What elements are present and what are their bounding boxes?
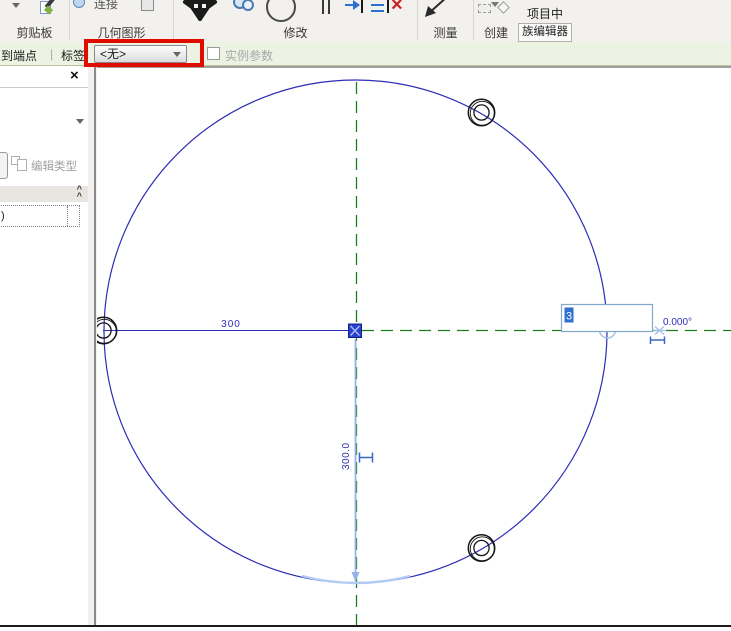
in-project-label[interactable]: 项目中 (518, 5, 572, 22)
drawing-canvas[interactable]: 300 300.0 3 0.000° (97, 66, 731, 625)
instance-parameter-label: 实例参数 (225, 47, 273, 64)
chevron-down-icon[interactable] (12, 3, 20, 8)
offset-icon[interactable] (344, 0, 366, 14)
edit-type-button[interactable]: 编辑类型 (31, 158, 77, 174)
parameter-row-divider (67, 206, 68, 226)
panel-label-create: 创建 (474, 26, 518, 40)
panel-label-clipboard: 剪贴板 (0, 26, 69, 40)
sketch-view[interactable]: 300 300.0 3 0.000° (97, 68, 731, 625)
panel-label-modify: 修改 (174, 26, 417, 40)
instance-parameter-checkbox[interactable] (207, 47, 220, 60)
split-circles-icon[interactable] (233, 0, 259, 15)
hole-symbol-bottom[interactable] (468, 535, 494, 561)
dimension-arrowhead (352, 572, 360, 582)
edit-box-value[interactable]: 3 (566, 311, 572, 323)
angle-dimension-grip[interactable] (651, 337, 665, 345)
circle-tool-icon[interactable] (266, 0, 296, 22)
parameter-row-value: ) (1, 210, 5, 222)
panel-label-geometry: 几何图形 (70, 26, 173, 40)
chain-endpoint-label: 到端点 (1, 47, 37, 64)
dimension-grip[interactable] (360, 453, 373, 463)
center-node[interactable] (349, 324, 362, 338)
tab-family-editor[interactable]: 族编辑器 (518, 23, 572, 42)
hole-symbol-top-right[interactable] (468, 99, 494, 125)
load-into-project-button[interactable]: 项目中 族编辑器 (518, 0, 572, 42)
measure-icon[interactable] (424, 0, 450, 18)
create-rect-icon[interactable] (478, 4, 491, 13)
properties-palette: × 编辑类型 ^^ ) (0, 66, 88, 625)
panel-label-measure: 测量 (418, 26, 473, 40)
dimension-value-horizontal[interactable]: 300 (221, 319, 241, 330)
move-icon[interactable] (183, 0, 217, 21)
edit-type-icon[interactable] (11, 156, 28, 174)
palette-canvas-divider[interactable] (88, 66, 97, 625)
red-highlight-box (84, 39, 204, 67)
collapse-chevrons-icon[interactable]: ^^ (77, 186, 82, 200)
angle-value[interactable]: 0.000° (663, 317, 692, 328)
type-selector-chevron-down-icon[interactable] (76, 119, 84, 124)
inplace-edit-box[interactable] (562, 305, 653, 332)
delete-icon[interactable]: × (391, 0, 403, 17)
pick-icon[interactable] (141, 0, 154, 11)
align-icon[interactable] (320, 0, 334, 14)
join-icon[interactable] (73, 0, 85, 8)
view-bottom-border (0, 625, 731, 627)
close-icon[interactable]: × (70, 68, 79, 83)
array-icon[interactable] (370, 0, 392, 14)
ribbon: 连接 × 剪贴板 几何图形 修改 测量 创建 (0, 0, 731, 42)
tag-label: 标签 (61, 47, 85, 64)
parameter-row[interactable]: ) (0, 205, 80, 227)
collapse-bar[interactable]: ^^ (0, 186, 88, 202)
partial-button[interactable] (0, 152, 8, 179)
match-properties-icon[interactable] (40, 0, 60, 18)
options-separator: | (50, 47, 53, 61)
join-tool-label[interactable]: 连接 (94, 0, 118, 12)
palette-divider (0, 87, 88, 88)
dimension-value-vertical[interactable]: 300.0 (341, 442, 352, 470)
workplane-icon[interactable] (497, 1, 510, 14)
options-bar: 到端点 | 标签 <无> 实例参数 (0, 42, 731, 66)
